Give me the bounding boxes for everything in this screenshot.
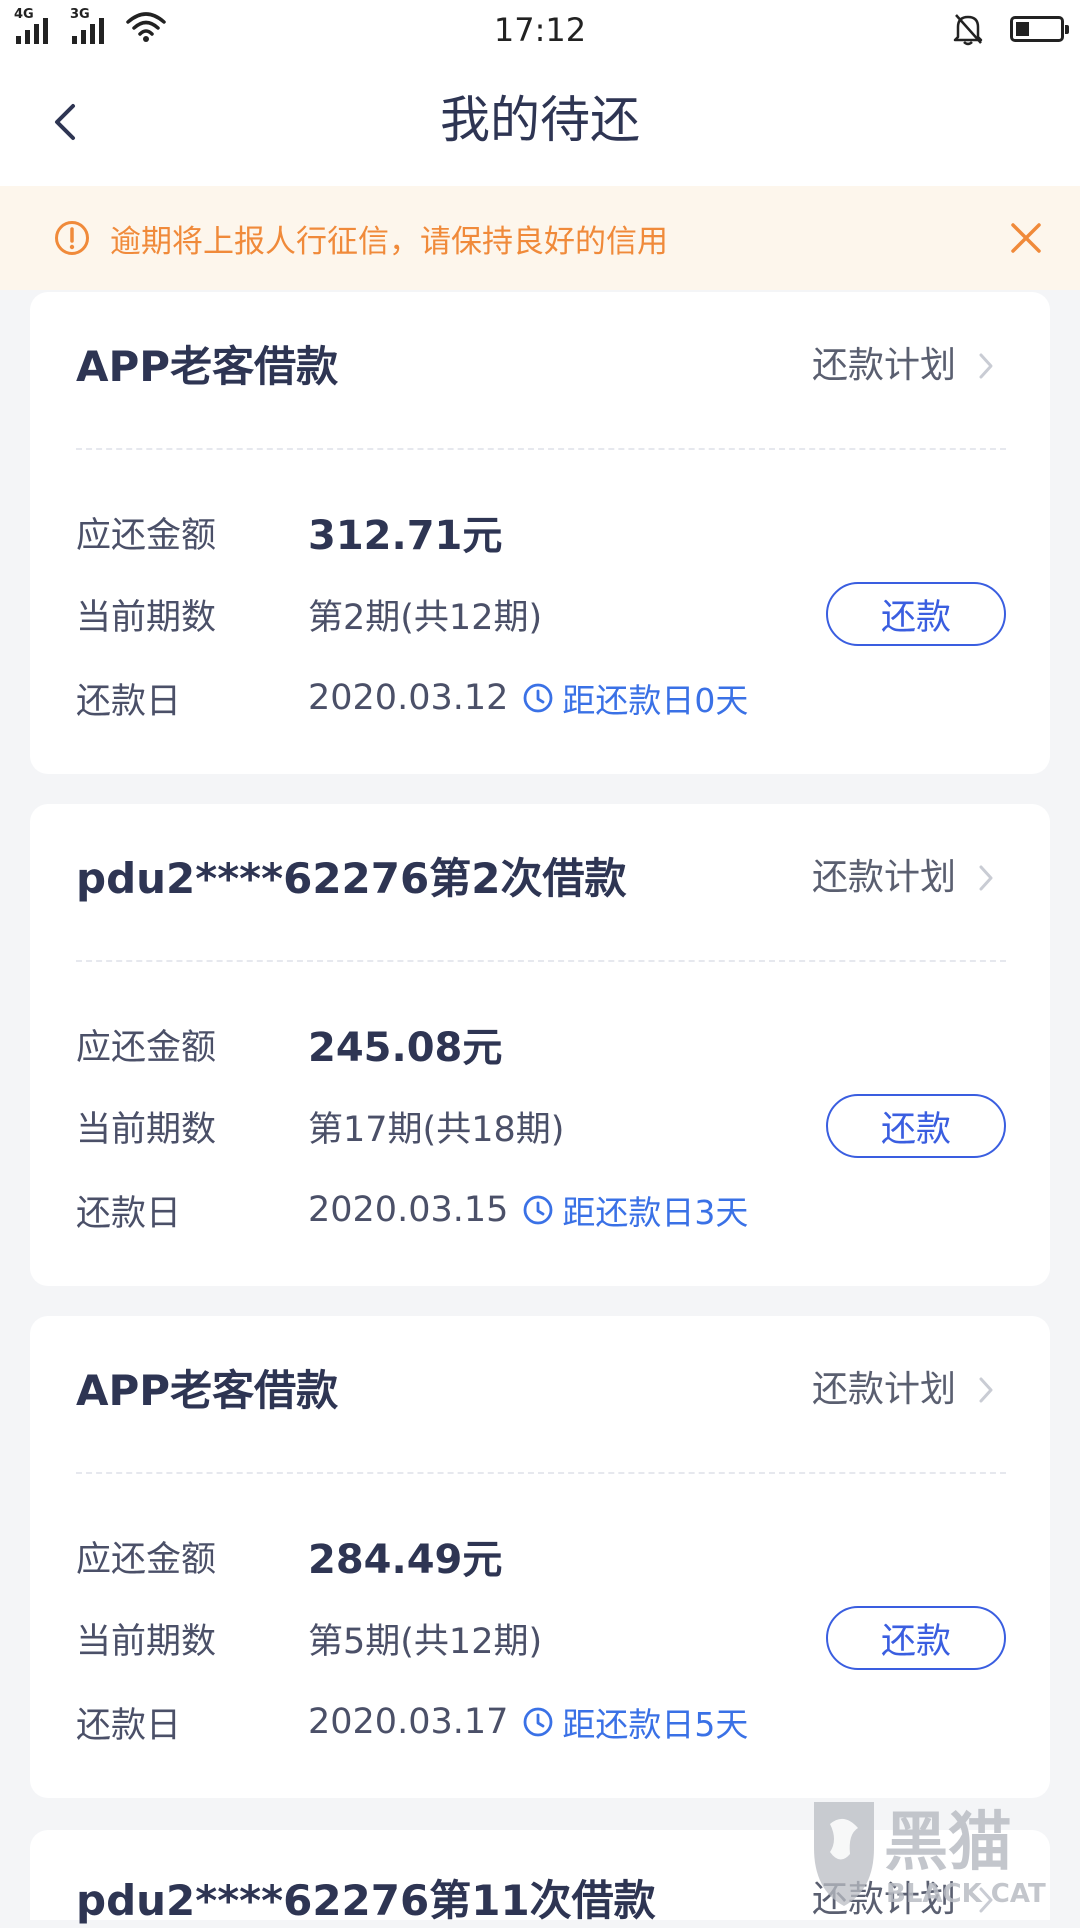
pay-button[interactable]: 还款 (826, 1606, 1006, 1670)
loan-title: pdu2****62276第2次借款 (76, 854, 627, 903)
battery-icon (1010, 16, 1069, 42)
due-date-row: 还款日 2020.03.12 距还款日0天 (76, 668, 1006, 728)
period-value: 第17期(共18期) (308, 1109, 565, 1150)
countdown: 距还款日3天 (522, 1186, 748, 1234)
close-icon (1011, 223, 1041, 253)
chevron-right-icon (979, 1377, 993, 1403)
period-value: 第2期(共12期) (308, 597, 543, 638)
due-date-label: 还款日 (76, 681, 182, 722)
clock-icon (524, 1195, 553, 1225)
back-button[interactable] (34, 92, 94, 152)
countdown-text: 距还款日5天 (562, 1705, 749, 1744)
chevron-right-icon (979, 353, 993, 379)
chevron-left-icon (55, 104, 75, 140)
amount-row: 应还金额 312.71元 (76, 502, 1006, 562)
due-date-value: 2020.03.17 (308, 1702, 509, 1742)
amount-value: 312.71元 (308, 513, 503, 559)
black-cat-watermark: 黑猫 BLACK CAT (814, 1802, 1046, 1909)
amount-value: 284.49元 (308, 1537, 503, 1583)
due-date-value: 2020.03.12 (308, 678, 509, 718)
countdown-text: 距还款日3天 (562, 1193, 749, 1232)
amount-label: 应还金额 (76, 515, 217, 556)
notice-text: 逾期将上报人行征信，请保持良好的信用 (110, 223, 668, 260)
watermark-en: BLACK CAT (886, 1879, 1046, 1909)
card-divider (76, 960, 1006, 962)
amount-value: 245.08元 (308, 1025, 503, 1071)
loan-card: APP老客借款 还款计划 应还金额 284.49元 当前期数 第5期(共12期)… (30, 1316, 1050, 1798)
status-right (952, 12, 1069, 46)
card-divider (76, 448, 1006, 450)
repayment-plan-link[interactable]: 还款计划 (812, 338, 994, 394)
pay-button[interactable]: 还款 (826, 1094, 1006, 1158)
clock-icon (524, 683, 553, 713)
status-time: 17:12 (493, 11, 587, 49)
due-date-label: 还款日 (76, 1705, 182, 1746)
due-date-label: 还款日 (76, 1193, 182, 1234)
amount-label: 应还金额 (76, 1027, 217, 1068)
amount-label: 应还金额 (76, 1539, 217, 1580)
chevron-right-icon (979, 865, 993, 891)
amount-row: 应还金额 245.08元 (76, 1014, 1006, 1074)
loan-title: APP老客借款 (76, 342, 339, 391)
repayment-plan-link[interactable]: 还款计划 (812, 850, 994, 906)
due-date-row: 还款日 2020.03.15 距还款日3天 (76, 1180, 1006, 1240)
page-title: 我的待还 (440, 91, 640, 149)
period-label: 当前期数 (76, 1109, 217, 1150)
repayment-plan-label: 还款计划 (811, 345, 956, 386)
repayment-plan-label: 还款计划 (811, 857, 956, 898)
pay-button[interactable]: 还款 (826, 582, 1006, 646)
period-label: 当前期数 (76, 597, 217, 638)
period-value: 第5期(共12期) (308, 1621, 543, 1662)
due-date-row: 还款日 2020.03.17 距还款日5天 (76, 1692, 1006, 1752)
warning-circle-icon (55, 221, 89, 255)
clock-icon (524, 1707, 553, 1737)
nav-bar: 我的待还 (0, 58, 1080, 186)
due-date-value: 2020.03.15 (308, 1190, 509, 1230)
loan-card: pdu2****62276第2次借款 还款计划 应还金额 245.08元 当前期… (30, 804, 1050, 1286)
loan-card: APP老客借款 还款计划 应还金额 312.71元 当前期数 第2期(共12期)… (30, 292, 1050, 774)
card-divider (76, 1472, 1006, 1474)
countdown: 距还款日5天 (522, 1698, 748, 1746)
credit-notice-banner: 逾期将上报人行征信，请保持良好的信用 (0, 186, 1080, 290)
battery-fill (1016, 22, 1029, 36)
repayment-plan-label: 还款计划 (811, 1369, 956, 1410)
bell-muted-icon (953, 14, 983, 46)
countdown-text: 距还款日0天 (562, 681, 749, 720)
amount-row: 应还金额 284.49元 (76, 1526, 1006, 1586)
status-bar: 4G 3G 17:12 (0, 0, 1080, 58)
watermark-cn: 黑猫 (884, 1806, 1012, 1880)
notice-close-button[interactable] (1002, 214, 1050, 262)
repayment-plan-link[interactable]: 还款计划 (812, 1362, 994, 1418)
countdown: 距还款日0天 (522, 674, 748, 722)
period-label: 当前期数 (76, 1621, 217, 1662)
loan-title: APP老客借款 (76, 1366, 339, 1415)
